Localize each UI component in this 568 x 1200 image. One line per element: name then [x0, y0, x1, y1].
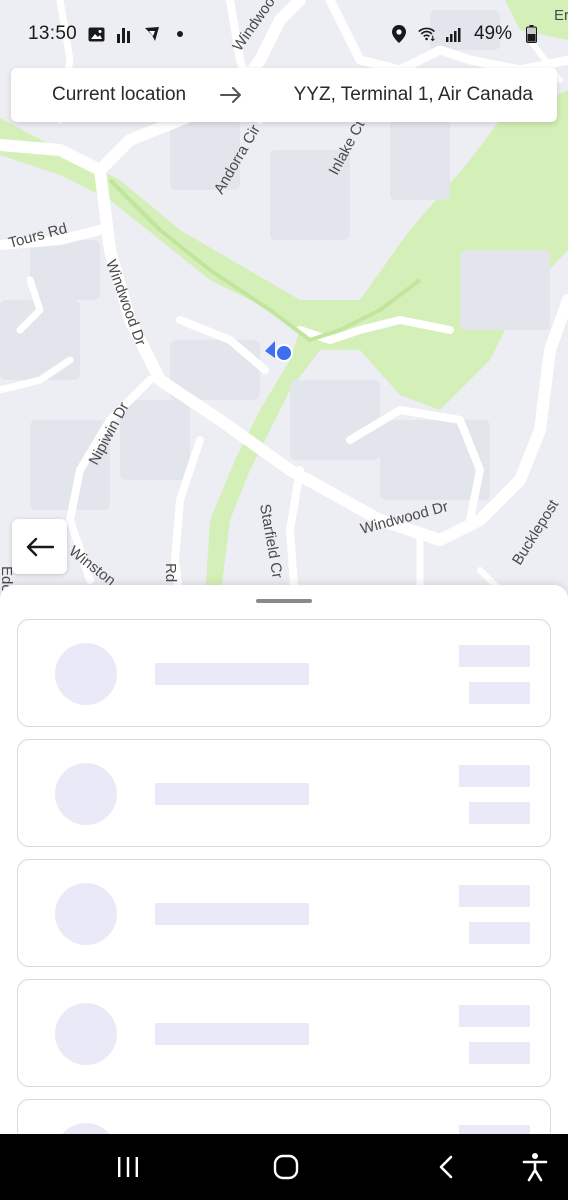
skeleton-line [155, 783, 309, 805]
skeleton-line [155, 903, 309, 925]
status-bar: 13:50 49% [0, 0, 568, 68]
skeleton-avatar [55, 763, 117, 825]
status-right: 49% [390, 23, 540, 45]
wifi-icon [418, 25, 436, 43]
home-icon [273, 1154, 299, 1180]
back-icon [438, 1155, 454, 1179]
skeleton-line [155, 663, 309, 685]
drag-handle[interactable] [256, 599, 312, 603]
skeleton-price [459, 885, 530, 907]
system-nav-bar [0, 1134, 568, 1200]
accessibility-icon [522, 1152, 548, 1182]
skeleton-avatar [55, 1003, 117, 1065]
arrow-left-icon [26, 537, 54, 557]
skeleton-price [459, 1005, 530, 1027]
skeleton-price [459, 1125, 530, 1134]
gallery-icon [87, 25, 105, 43]
route-origin[interactable]: Current location [52, 84, 186, 106]
status-time: 13:50 [28, 23, 78, 44]
route-summary-card[interactable]: Current location YYZ, Terminal 1, Air Ca… [11, 68, 557, 122]
dot-icon [171, 25, 189, 43]
location-pin-icon [390, 25, 408, 43]
skeleton-card [17, 859, 551, 967]
current-location-marker [265, 341, 293, 362]
route-destination[interactable]: YYZ, Terminal 1, Air Canada [272, 84, 533, 106]
skeleton-eta [469, 1042, 530, 1064]
skeleton-avatar [55, 643, 117, 705]
skeleton-eta [469, 922, 530, 944]
cellular-icon [445, 25, 464, 43]
street-label: Starfield Cr [256, 503, 286, 580]
skeleton-eta [469, 802, 530, 824]
skeleton-avatar [55, 883, 117, 945]
bottom-sheet[interactable] [0, 585, 568, 1134]
skeleton-card [17, 979, 551, 1087]
accessibility-button[interactable] [520, 1152, 550, 1182]
skeleton-price [459, 645, 530, 667]
status-left: 13:50 [28, 23, 189, 45]
cast-icon [143, 25, 161, 43]
skeleton-eta [469, 682, 530, 704]
home-button[interactable] [271, 1152, 301, 1182]
battery-percent: 49% [473, 23, 512, 44]
recent-apps-button[interactable] [113, 1152, 143, 1182]
skeleton-avatar [55, 1123, 117, 1134]
street-label: Windwood Dr [102, 258, 149, 348]
skeleton-card [17, 619, 551, 727]
arrow-right-icon [220, 87, 242, 103]
recent-apps-icon [116, 1156, 140, 1178]
skeleton-line [155, 1023, 309, 1045]
skeleton-price [459, 765, 530, 787]
skeleton-card [17, 739, 551, 847]
battery-icon [522, 25, 540, 43]
app-screen: Windwood Dr Andorra Cir Inlake Ct Tours … [0, 0, 568, 1200]
street-label: Rd [162, 563, 179, 582]
street-label: Bucklepost [509, 496, 563, 568]
system-back-button[interactable] [431, 1152, 461, 1182]
signal-bars-icon [115, 25, 133, 43]
skeleton-card [17, 1099, 551, 1134]
back-button[interactable] [12, 519, 67, 574]
